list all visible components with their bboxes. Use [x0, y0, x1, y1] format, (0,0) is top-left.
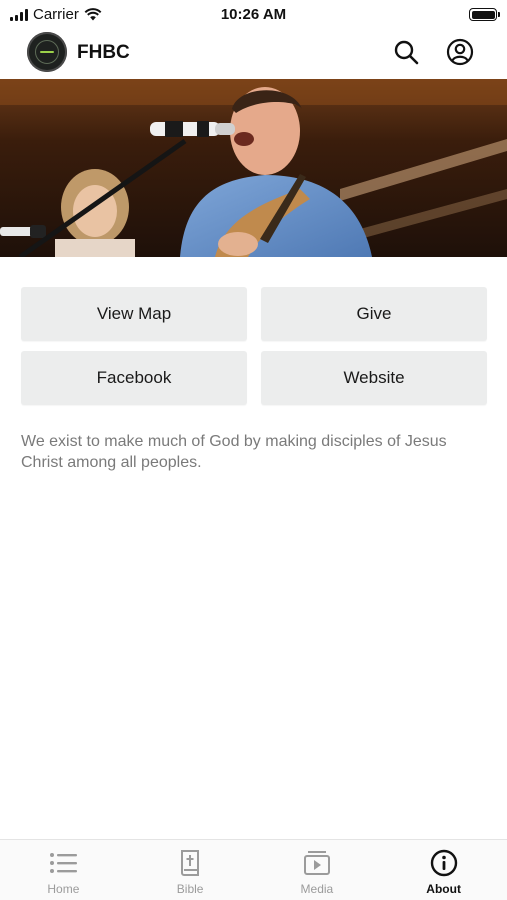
tab-bible[interactable]: Bible: [127, 840, 254, 900]
action-buttons: View Map Give Facebook Website: [21, 287, 487, 405]
app-header: FHBC: [0, 30, 507, 78]
list-icon: [48, 848, 78, 878]
battery-icon: [469, 8, 500, 21]
media-icon: [302, 848, 332, 878]
give-button[interactable]: Give: [261, 287, 487, 341]
tab-about-label: About: [426, 882, 461, 896]
account-icon[interactable]: [446, 38, 474, 66]
tab-home[interactable]: Home: [0, 840, 127, 900]
facebook-button[interactable]: Facebook: [21, 351, 247, 405]
info-icon: [429, 848, 459, 878]
tab-home-label: Home: [47, 882, 80, 896]
tab-bible-label: Bible: [176, 882, 204, 896]
tab-about[interactable]: About: [380, 840, 507, 900]
tab-media[interactable]: Media: [254, 840, 381, 900]
hero-image: [0, 79, 507, 257]
search-icon[interactable]: [392, 38, 420, 66]
tab-media-label: Media: [300, 882, 334, 896]
app-title: FHBC: [77, 42, 130, 63]
tab-bar: Home Bible Media About: [0, 839, 507, 900]
mission-statement: We exist to make much of God by making d…: [21, 433, 447, 471]
website-button[interactable]: Website: [261, 351, 487, 405]
bible-icon: [175, 848, 205, 878]
view-map-button[interactable]: View Map: [21, 287, 247, 341]
status-time: 10:26 AM: [220, 6, 287, 23]
church-logo: [27, 32, 67, 72]
status-bar: Carrier 10:26 AM: [0, 0, 507, 30]
